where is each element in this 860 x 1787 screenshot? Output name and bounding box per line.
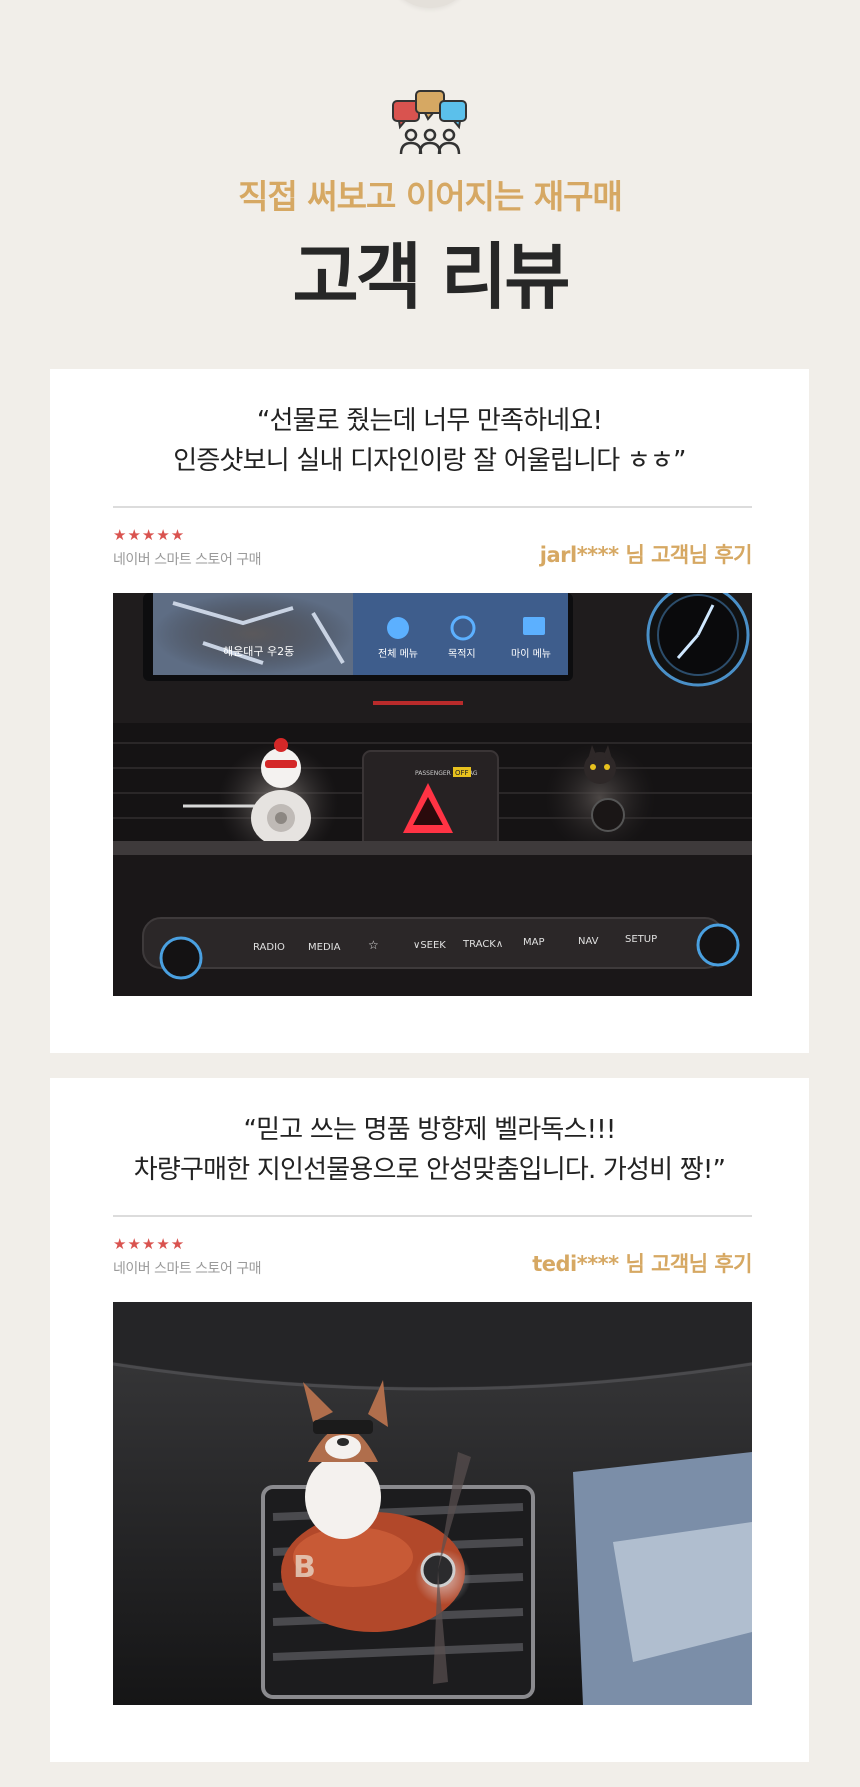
review-quote: “선물로 줬는데 너무 만족하네요! 인증샷보니 실내 디자인이랑 잘 어울립니… <box>50 401 809 481</box>
review-section: 직접 써보고 이어지는 재구매 고객 리뷰 “선물로 줬는데 너무 만족하네요!… <box>0 0 860 1787</box>
map-location-label: 해운대구 우2동 <box>223 644 294 658</box>
star-rating: ★★★★★ <box>113 526 186 544</box>
divider <box>113 506 752 508</box>
quote-line: 인증샷보니 실내 디자인이랑 잘 어울립니다 ㅎㅎ” <box>173 446 686 476</box>
dash-button-label: RADIO <box>253 942 285 953</box>
reviewer-name: jarl**** 님 고객님 후기 <box>539 543 753 567</box>
top-arc-decoration <box>385 0 475 8</box>
dash-button-label: TRACK∧ <box>462 939 503 950</box>
purchase-source: 네이버 스마트 스토어 구매 <box>113 1261 262 1277</box>
screen-menu-label: 목적지 <box>448 648 476 660</box>
dash-button-label: MEDIA <box>308 942 341 953</box>
section-title: 고객 리뷰 <box>292 235 570 319</box>
purchase-source: 네이버 스마트 스토어 구매 <box>113 552 262 568</box>
dash-button-label: ∨SEEK <box>413 940 446 951</box>
svg-text:B: B <box>293 1550 316 1585</box>
quote-line: “선물로 줬는데 너무 만족하네요! <box>256 406 603 436</box>
dash-button-label: MAP <box>523 937 545 948</box>
quote-line: 차량구매한 지인선물용으로 안성맞춤입니다. 가성비 짱!” <box>133 1155 726 1185</box>
review-quote: “믿고 쓰는 명품 방향제 벨라독스!!! 차량구매한 지인선물용으로 안성맞춤… <box>50 1110 809 1190</box>
dash-button-label: ☆ <box>368 938 379 952</box>
airbag-badge: OFF <box>455 769 469 777</box>
review-photo-airplane-dog: B <box>113 1302 752 1705</box>
screen-menu-label: 마이 메뉴 <box>511 648 551 660</box>
divider <box>113 1215 752 1217</box>
review-card: “선물로 줬는데 너무 만족하네요! 인증샷보니 실내 디자인이랑 잘 어울립니… <box>50 369 809 1053</box>
customer-chat-icon <box>390 88 470 160</box>
review-photo-dashboard: 해운대구 우2동 전체 메뉴 목적지 마이 메뉴 PASSENGER AIR B… <box>113 593 752 996</box>
star-rating: ★★★★★ <box>113 1235 186 1253</box>
review-card: “믿고 쓰는 명품 방향제 벨라독스!!! 차량구매한 지인선물용으로 안성맞춤… <box>50 1078 809 1762</box>
screen-menu-label: 전체 메뉴 <box>378 648 418 660</box>
reviewer-name: tedi**** 님 고객님 후기 <box>532 1252 752 1276</box>
section-subtitle: 직접 써보고 이어지는 재구매 <box>238 177 623 216</box>
dash-button-label: NAV <box>578 936 599 947</box>
dash-button-label: SETUP <box>625 934 657 945</box>
quote-line: “믿고 쓰는 명품 방향제 벨라독스!!! <box>243 1115 617 1145</box>
